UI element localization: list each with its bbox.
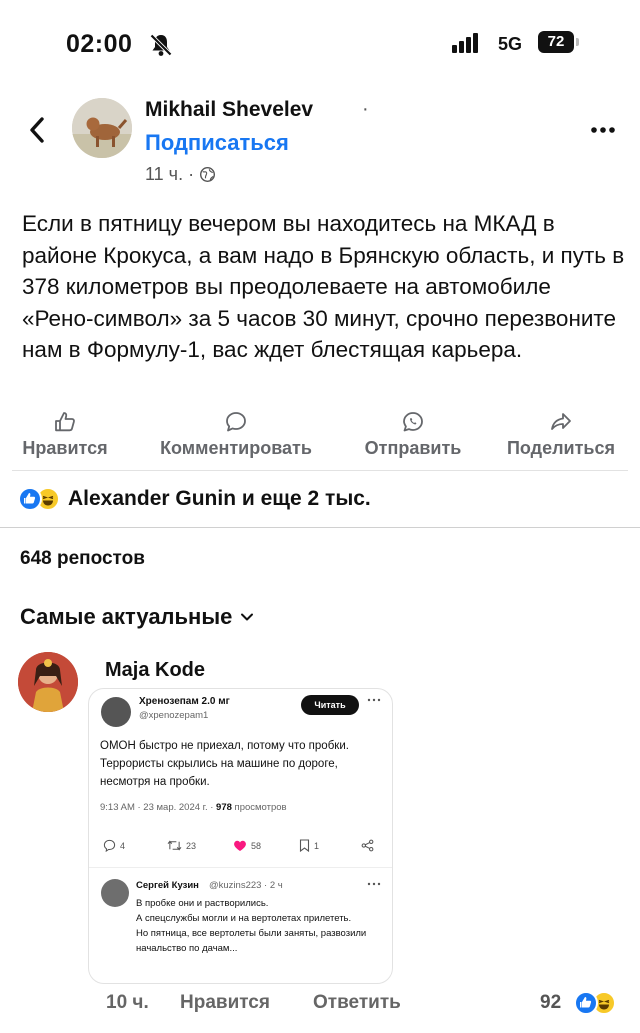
author-name[interactable]: Mikhail Shevelev xyxy=(145,98,313,122)
tweet-reply-line: В пробке они и растворились. xyxy=(136,898,269,909)
share-label: Поделиться xyxy=(506,438,616,458)
tweet-reply-line: Но пятница, все вертолеты были заняты, р… xyxy=(136,928,367,954)
whatsapp-icon xyxy=(403,412,423,432)
tweet-reply-avatar xyxy=(101,879,129,907)
tweet-views-count: 978 xyxy=(216,802,232,813)
battery-icon: 72 xyxy=(538,31,574,53)
comment-reaction-count[interactable]: 92 xyxy=(540,992,561,1014)
more-horizontal-icon xyxy=(591,127,615,133)
tweet-likes-count: 58 xyxy=(251,840,262,851)
send-label: Отправить xyxy=(364,438,462,458)
tweet-views-label: просмотров xyxy=(234,802,287,813)
sort-dropdown[interactable]: Самые актуальные xyxy=(20,604,254,630)
network-type: 5G xyxy=(498,34,523,54)
back-button[interactable] xyxy=(22,112,52,148)
tweet-author-name: Хренозепам 2.0 мг xyxy=(139,696,230,707)
like-label: Нравится xyxy=(22,438,108,458)
battery-tip xyxy=(576,38,579,46)
post-header: Mikhail Shevelev · Подписаться 11 ч. · xyxy=(0,92,640,192)
status-time: 02:00 xyxy=(66,30,133,58)
reactions-text: Alexander Gunin и еще 2 тыс. xyxy=(68,487,371,510)
globe-icon xyxy=(200,166,216,183)
post-meta: 11 ч. · xyxy=(145,164,216,185)
status-bar: 02:00 5G 72 xyxy=(0,0,640,88)
retweet-icon xyxy=(167,840,182,851)
meta-separator: · xyxy=(188,164,195,184)
like-reaction-icon xyxy=(18,487,42,511)
more-options-button[interactable] xyxy=(590,114,616,140)
dog-photo xyxy=(72,98,132,158)
post-actions: Нравится Комментировать Отправить Подели… xyxy=(0,410,640,466)
comment-reaction-icons[interactable] xyxy=(574,991,616,1015)
heart-icon xyxy=(234,840,246,851)
comment-like-button[interactable]: Нравится xyxy=(180,992,270,1014)
tweet-reply-line: А спецслужбы могли и на вертолетах приле… xyxy=(136,913,352,924)
sort-label: Самые актуальные xyxy=(20,604,233,629)
signal-icon xyxy=(452,33,480,53)
tweet-bookmarks: 1 xyxy=(299,839,319,852)
actions-divider xyxy=(12,470,628,471)
subscribe-button[interactable]: Подписаться xyxy=(145,130,289,156)
thumbs-up-icon xyxy=(55,412,75,432)
comment-image-tweet[interactable]: Хренозепам 2.0 мг @xpenozepam1 Читать ОМ… xyxy=(88,688,393,984)
tweet-retweets: 23 xyxy=(167,839,196,852)
chevron-left-icon xyxy=(30,117,44,143)
tweet-share xyxy=(361,839,374,852)
comment-label: Комментировать xyxy=(160,438,312,458)
like-button[interactable]: Нравится xyxy=(10,410,120,459)
reactions-divider xyxy=(0,527,640,528)
tweet-author-avatar xyxy=(101,697,131,727)
share-arrow-icon xyxy=(551,413,571,430)
comment-button[interactable]: Комментировать xyxy=(138,410,334,459)
tweet-likes: 58 xyxy=(233,839,261,852)
tweet-reply-more-icon xyxy=(367,877,381,889)
tweet-divider xyxy=(89,867,392,868)
tweet-follow-button: Читать xyxy=(301,695,359,715)
commenter-photo xyxy=(18,652,78,712)
tweet-retweets-count: 23 xyxy=(186,840,197,851)
tweet-text: ОМОН быстро не приехал, потому что пробк… xyxy=(100,740,349,788)
tweet-author-handle: @xpenozepam1 xyxy=(139,710,209,721)
reposts-count[interactable]: 648 репостов xyxy=(20,548,145,570)
reply-icon xyxy=(103,839,116,852)
share-nodes-icon xyxy=(361,839,374,852)
post-time[interactable]: 11 ч. xyxy=(145,164,183,185)
tweet-reply-text: В пробке они и растворились. А спецслужб… xyxy=(136,896,386,956)
like-reaction-icon xyxy=(574,991,598,1015)
share-button[interactable]: Поделиться xyxy=(492,410,630,459)
commenter-avatar[interactable] xyxy=(18,652,78,712)
bell-off-icon xyxy=(150,34,172,56)
chevron-down-icon xyxy=(241,613,254,621)
tweet-reply-handle: @kuzins223 · 2 ч xyxy=(209,880,283,891)
tweet-reply-author: Сергей Кузин xyxy=(136,880,199,891)
comment-footer: 10 ч. Нравится Ответить 92 xyxy=(0,991,640,1020)
commenter-name[interactable]: Maja Kode xyxy=(105,659,205,682)
bookmark-icon xyxy=(299,839,310,852)
tweet-bookmarks-count: 1 xyxy=(314,840,320,851)
tweet-replies-count: 4 xyxy=(120,840,126,851)
tweet-replies: 4 xyxy=(103,839,125,852)
comment-reply-button[interactable]: Ответить xyxy=(313,992,401,1014)
tweet-time-date: 9:13 AM · 23 мар. 2024 г. · xyxy=(100,802,214,813)
comment-time: 10 ч. xyxy=(106,992,149,1013)
tweet-meta: 9:13 AM · 23 мар. 2024 г. · 978 просмотр… xyxy=(100,802,287,813)
send-button[interactable]: Отправить xyxy=(352,410,474,459)
reactions-summary[interactable]: Alexander Gunin и еще 2 тыс. xyxy=(18,484,371,514)
tweet-stats: 4 23 58 1 xyxy=(89,839,392,857)
comment-bubble-icon xyxy=(226,412,246,432)
tweet-more-icon xyxy=(367,693,381,705)
post-body: Если в пятницу вечером вы находитесь на … xyxy=(22,211,625,362)
author-avatar[interactable] xyxy=(72,98,132,158)
author-separator: · xyxy=(362,98,369,120)
